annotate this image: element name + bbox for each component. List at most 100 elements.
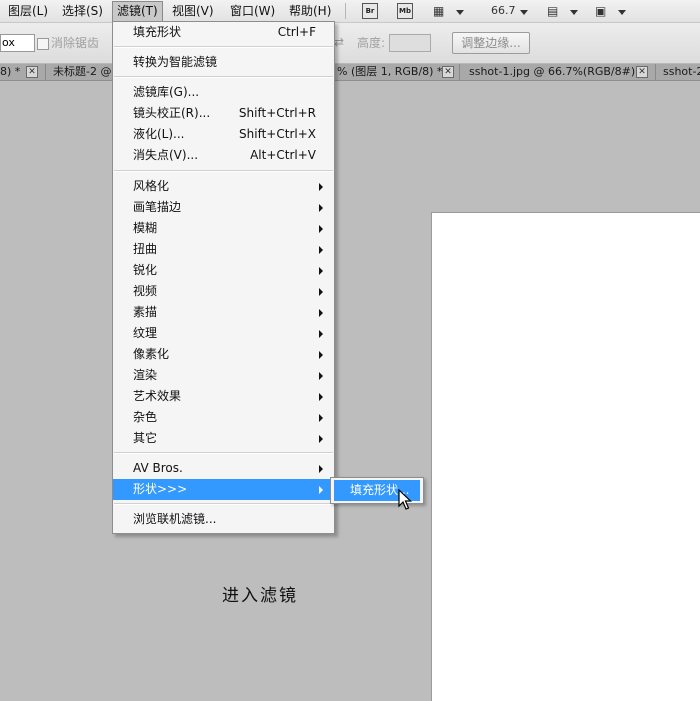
- menu-item-other[interactable]: 其它: [113, 428, 334, 449]
- menu-item-label: 素描: [133, 305, 158, 319]
- menu-item-vanishing-point[interactable]: 消失点(V)... Alt+Ctrl+V: [113, 145, 334, 166]
- mouse-pointer-icon: [398, 489, 412, 510]
- screen-mode-icon[interactable]: ▣: [595, 3, 606, 19]
- menu-item-label: 其它: [133, 431, 158, 445]
- menu-item-label: 模糊: [133, 221, 158, 235]
- submenu-arrow-icon: [319, 486, 323, 494]
- menu-item-label: 锐化: [133, 263, 158, 277]
- feather-input[interactable]: ox: [0, 34, 35, 52]
- menu-select[interactable]: 选择(S): [62, 3, 103, 19]
- zoom-level[interactable]: 66.7: [491, 3, 516, 19]
- antialias-checkbox[interactable]: [37, 38, 49, 50]
- menu-item-label: 消失点(V)...: [133, 148, 199, 162]
- menu-separator: [114, 170, 333, 172]
- close-icon[interactable]: ✕: [442, 66, 454, 78]
- menu-item-label: 艺术效果: [133, 389, 182, 403]
- submenu-arrow-icon: [319, 288, 323, 296]
- menu-item-shortcut: Shift+Ctrl+X: [239, 127, 316, 141]
- tab-divider: [459, 64, 460, 80]
- submenu-arrow-icon: [319, 414, 323, 422]
- menu-item-browse-online[interactable]: 浏览联机滤镜...: [113, 509, 334, 530]
- arrange-documents-icon[interactable]: ▤: [547, 3, 558, 19]
- menu-separator: [114, 46, 333, 48]
- tab-document-5[interactable]: sshot-2: [663, 64, 700, 80]
- menu-item-shortcut: Alt+Ctrl+V: [250, 148, 316, 162]
- tab-document-4[interactable]: sshot-1.jpg @ 66.7%(RGB/8#): [469, 64, 635, 80]
- menu-filter[interactable]: 滤镜(T): [112, 1, 163, 22]
- chevron-down-icon[interactable]: [570, 10, 578, 15]
- refine-edge-button[interactable]: 调整边缘...: [452, 32, 530, 54]
- menu-item-av-bros[interactable]: AV Bros.: [113, 458, 334, 479]
- menu-item-sketch[interactable]: 素描: [113, 302, 334, 323]
- submenu-arrow-icon: [319, 309, 323, 317]
- menu-item-label: 视频: [133, 284, 158, 298]
- menu-item-label: 浏览联机滤镜...: [133, 512, 217, 526]
- swap-icon[interactable]: ⇄: [334, 35, 344, 49]
- submenu-arrow-icon: [319, 372, 323, 380]
- menu-item-label: 滤镜库(G)...: [133, 85, 200, 99]
- document-canvas[interactable]: [431, 212, 700, 701]
- mini-bridge-icon[interactable]: Mb: [397, 3, 413, 19]
- chevron-down-icon[interactable]: [520, 10, 528, 15]
- caption-text: 进入滤镜: [222, 586, 298, 606]
- antialias-label: 消除锯齿: [51, 36, 100, 50]
- menu-view[interactable]: 视图(V): [172, 3, 214, 19]
- tab-document-1[interactable]: 8) *: [0, 64, 20, 80]
- menu-item-label: 画笔描边: [133, 200, 182, 214]
- submenu-arrow-icon: [319, 225, 323, 233]
- chevron-down-icon[interactable]: [456, 10, 464, 15]
- menu-item-texture[interactable]: 纹理: [113, 323, 334, 344]
- tab-document-3[interactable]: % (图层 1, RGB/8) *: [337, 64, 442, 80]
- menu-item-shapes[interactable]: 形状>>>: [113, 479, 334, 500]
- menu-separator: [114, 452, 333, 454]
- document-tabs: 8) * ✕ 未标题-2 @ % (图层 1, RGB/8) * ✕ sshot…: [0, 64, 700, 81]
- menu-item-label: 像素化: [133, 347, 170, 361]
- menu-item-label: 形状>>>: [133, 482, 188, 496]
- height-input[interactable]: [389, 34, 431, 52]
- menu-item-stylize[interactable]: 风格化: [113, 176, 334, 197]
- close-icon[interactable]: ✕: [26, 66, 38, 78]
- filter-menu: 填充形状 Ctrl+F 转换为智能滤镜 滤镜库(G)... 镜头校正(R)...…: [112, 21, 335, 534]
- menu-item-blur[interactable]: 模糊: [113, 218, 334, 239]
- submenu-arrow-icon: [319, 351, 323, 359]
- menu-window[interactable]: 窗口(W): [230, 3, 275, 19]
- submenu-arrow-icon: [319, 435, 323, 443]
- tab-divider: [655, 64, 656, 80]
- menu-layer[interactable]: 图层(L): [8, 3, 48, 19]
- menu-item-sharpen[interactable]: 锐化: [113, 260, 334, 281]
- view-extras-icon[interactable]: ▦: [433, 3, 444, 19]
- menu-item-render[interactable]: 渲染: [113, 365, 334, 386]
- submenu-arrow-icon: [319, 267, 323, 275]
- menu-item-smart-filter[interactable]: 转换为智能滤镜: [113, 52, 334, 73]
- tab-document-2[interactable]: 未标题-2 @: [53, 64, 111, 80]
- options-bar: ox 消除锯齿 ⇄ 高度: 调整边缘...: [0, 23, 700, 64]
- menu-item-distort[interactable]: 扭曲: [113, 239, 334, 260]
- menu-item-noise[interactable]: 杂色: [113, 407, 334, 428]
- menu-divider: [345, 3, 346, 19]
- menu-item-label: 镜头校正(R)...: [133, 106, 211, 120]
- menu-item-pixelate[interactable]: 像素化: [113, 344, 334, 365]
- menu-item-label: 风格化: [133, 179, 170, 193]
- menu-item-lens-correction[interactable]: 镜头校正(R)... Shift+Ctrl+R: [113, 103, 334, 124]
- menu-item-video[interactable]: 视频: [113, 281, 334, 302]
- submenu-arrow-icon: [319, 183, 323, 191]
- chevron-down-icon[interactable]: [618, 10, 626, 15]
- menu-item-last-filter[interactable]: 填充形状 Ctrl+F: [113, 22, 334, 43]
- menu-bar: 图层(L) 选择(S) 滤镜(T) 视图(V) 窗口(W) 帮助(H) Br M…: [0, 0, 700, 23]
- menu-item-label: 扭曲: [133, 242, 158, 256]
- menu-item-label: 转换为智能滤镜: [133, 55, 218, 69]
- submenu-arrow-icon: [319, 465, 323, 473]
- menu-item-label: 渲染: [133, 368, 158, 382]
- menu-help[interactable]: 帮助(H): [289, 3, 331, 19]
- tab-divider: [45, 64, 46, 80]
- menu-item-artistic[interactable]: 艺术效果: [113, 386, 334, 407]
- menu-item-liquify[interactable]: 液化(L)... Shift+Ctrl+X: [113, 124, 334, 145]
- bridge-icon[interactable]: Br: [362, 3, 378, 19]
- close-icon[interactable]: ✕: [636, 66, 648, 78]
- height-label: 高度:: [357, 36, 386, 50]
- menu-item-shortcut: Shift+Ctrl+R: [238, 106, 316, 120]
- menu-item-label: 杂色: [133, 410, 158, 424]
- menu-item-filter-gallery[interactable]: 滤镜库(G)...: [113, 82, 334, 103]
- submenu-arrow-icon: [319, 246, 323, 254]
- menu-item-brush-strokes[interactable]: 画笔描边: [113, 197, 334, 218]
